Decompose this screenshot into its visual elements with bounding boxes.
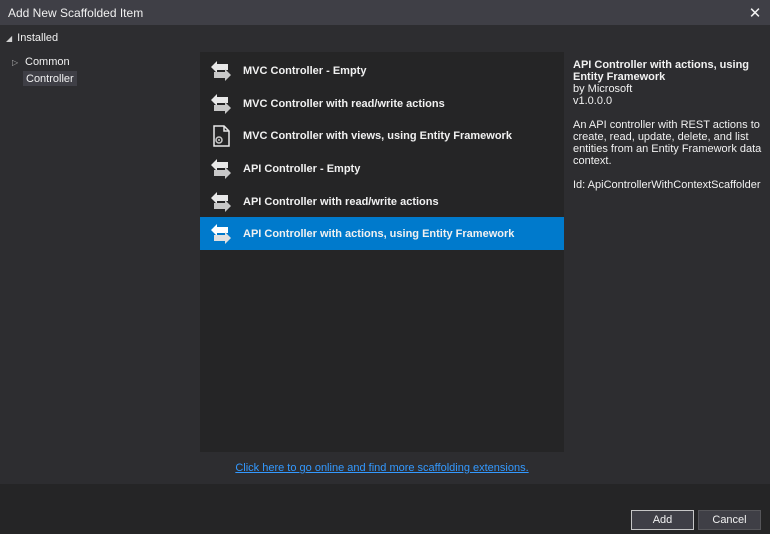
close-button[interactable]: ✕ (744, 2, 766, 23)
template-label: API Controller - Empty (243, 162, 361, 175)
title-bar: Add New Scaffolded Item ✕ (0, 0, 770, 25)
template-item[interactable]: MVC Controller with views, using Entity … (200, 119, 564, 152)
template-label: API Controller with actions, using Entit… (243, 227, 515, 240)
cancel-button[interactable]: Cancel (698, 510, 761, 530)
details-version: v1.0.0.0 (573, 95, 613, 107)
tree-item-controller[interactable]: Controller (23, 71, 77, 86)
controller-icon (211, 223, 231, 244)
details-name: API Controller with actions, using Entit… (573, 59, 750, 83)
controller-icon (211, 60, 231, 81)
template-label: MVC Controller with views, using Entity … (243, 129, 512, 142)
template-item[interactable]: API Controller with read/write actions (200, 185, 564, 218)
tree-item-label: Common (25, 56, 70, 68)
tree-item-common[interactable]: ▷ Common (12, 55, 70, 69)
template-item-selected[interactable]: API Controller with actions, using Entit… (200, 217, 564, 250)
details-id: Id: ApiControllerWithContextScaffolder (573, 179, 761, 191)
details-description: An API controller with REST actions to c… (573, 119, 762, 167)
template-list: MVC Controller - Empty MVC Controller wi… (200, 52, 564, 452)
controller-icon (211, 93, 231, 114)
details-author: by Microsoft (573, 83, 633, 95)
controller-icon (211, 191, 231, 212)
tree-root-installed[interactable]: ◢ Installed (6, 31, 58, 45)
close-icon: ✕ (748, 4, 762, 22)
template-label: MVC Controller - Empty (243, 64, 367, 77)
tree-item-label: Controller (26, 72, 74, 85)
template-item[interactable]: API Controller - Empty (200, 152, 564, 185)
expanded-triangle-icon: ◢ (6, 33, 13, 43)
details-panel: API Controller with actions, using Entit… (573, 59, 763, 191)
tree-root-label: Installed (17, 32, 59, 44)
add-button[interactable]: Add (631, 510, 694, 530)
template-label: MVC Controller with read/write actions (243, 97, 445, 110)
dialog-title: Add New Scaffolded Item (8, 5, 144, 20)
online-extensions-link[interactable]: Click here to go online and find more sc… (200, 462, 564, 474)
controller-icon (211, 158, 231, 179)
document-gear-icon (213, 124, 230, 147)
template-item[interactable]: MVC Controller with read/write actions (200, 87, 564, 120)
template-label: API Controller with read/write actions (243, 195, 439, 208)
template-item[interactable]: MVC Controller - Empty (200, 54, 564, 87)
collapsed-triangle-icon: ▷ (12, 57, 19, 67)
